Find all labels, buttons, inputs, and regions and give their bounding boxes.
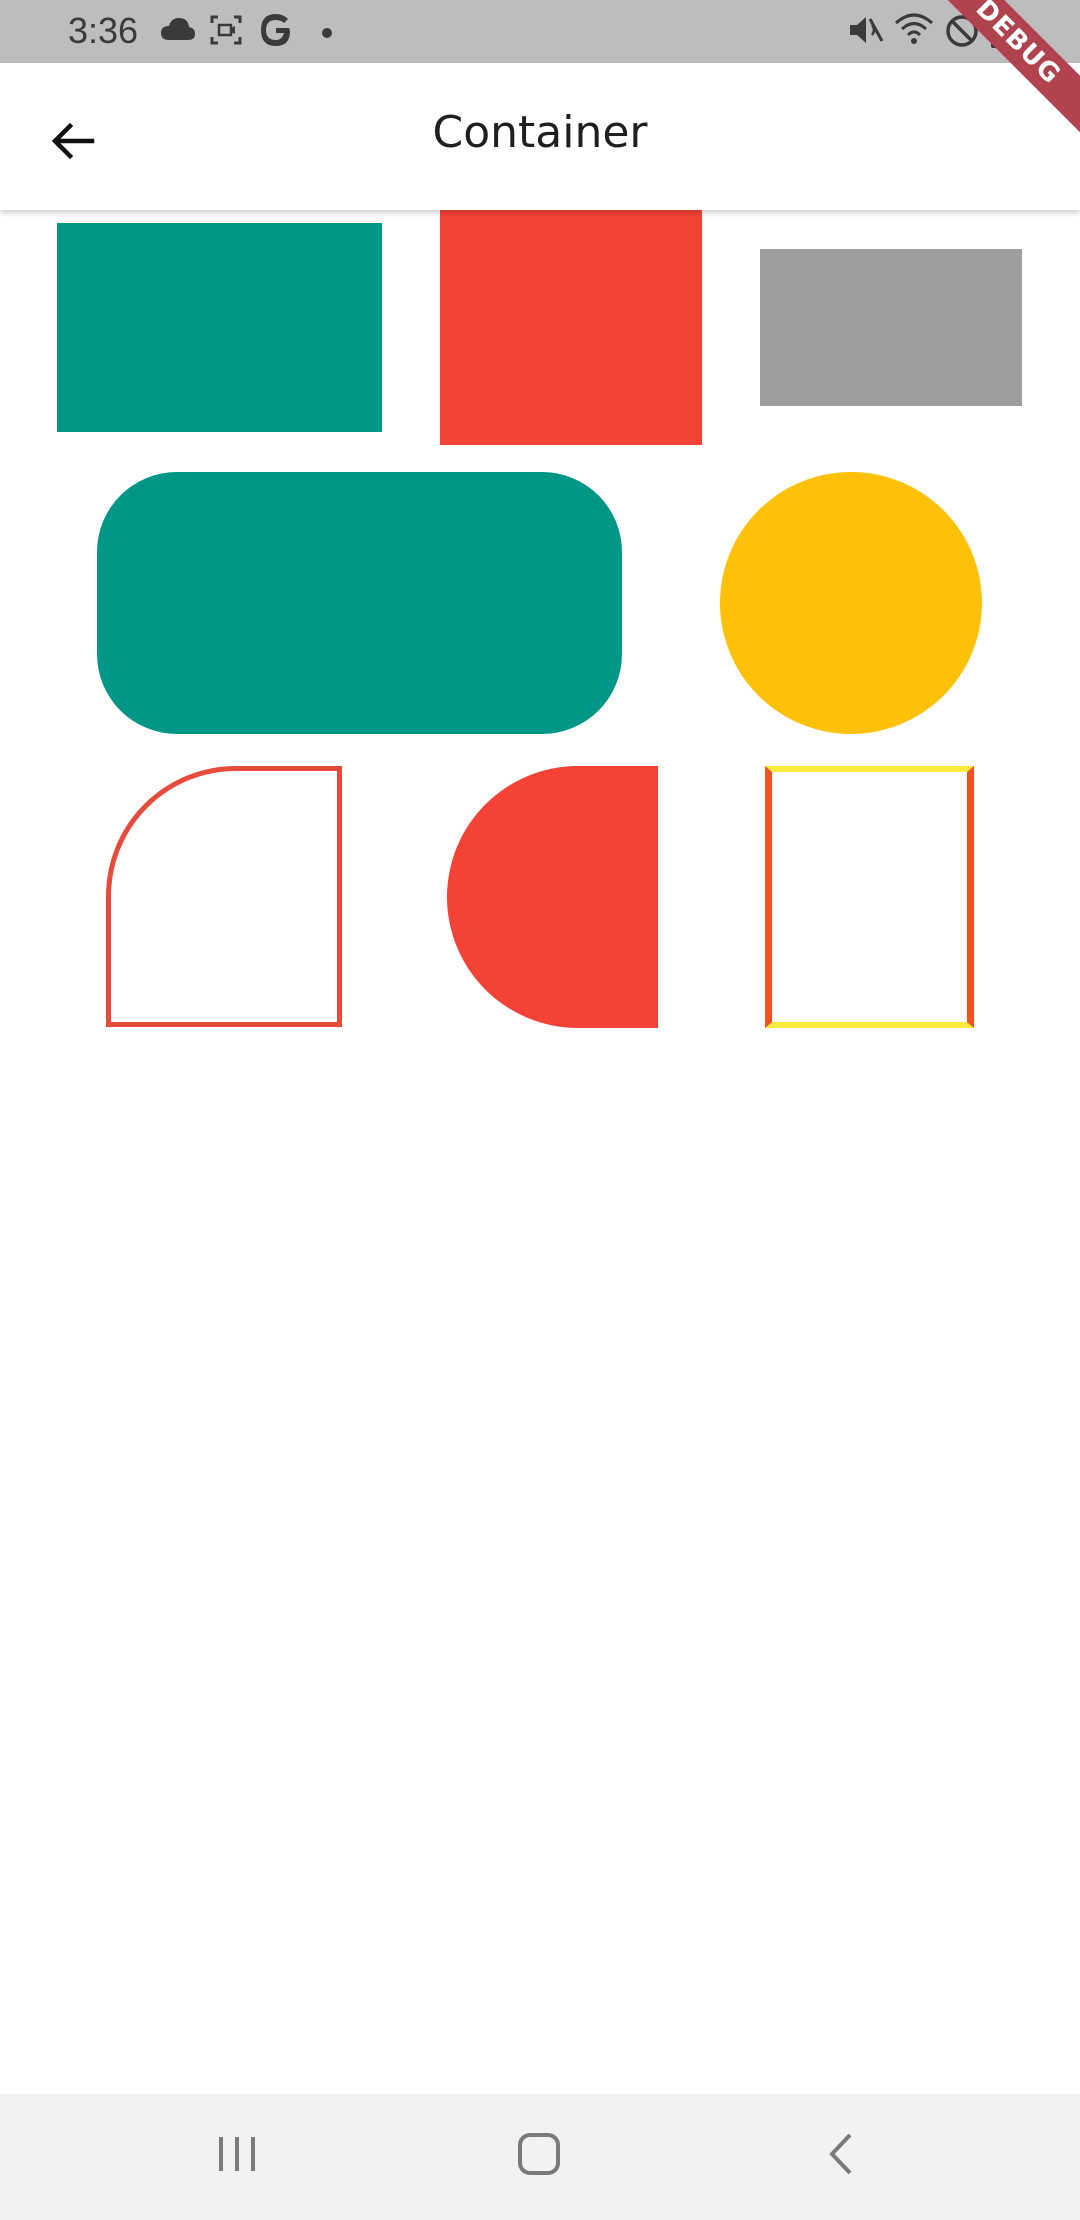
status-bar: 3:36 (0, 0, 1080, 63)
red-rectangle (440, 210, 702, 445)
dot-icon (321, 24, 333, 43)
mute-icon (848, 13, 884, 51)
app-bar: Container (0, 63, 1080, 210)
system-nav-bar (0, 2094, 1080, 2220)
cloud-icon (160, 16, 196, 46)
home-button[interactable] (479, 2114, 599, 2194)
back-icon (829, 2133, 852, 2175)
recent-apps-button[interactable] (177, 2114, 297, 2194)
page-title: Container (432, 107, 648, 158)
status-time: 3:36 (68, 10, 139, 51)
grey-rectangle (760, 249, 1022, 406)
amber-circle (720, 472, 982, 734)
home-icon (518, 2133, 560, 2175)
screen-record-icon (210, 15, 242, 49)
recent-apps-icon (219, 2137, 255, 2171)
wifi-icon (894, 11, 934, 51)
red-half-rounded-box (447, 766, 658, 1028)
teal-rounded-rectangle (97, 472, 622, 734)
nav-back-button[interactable] (781, 2114, 901, 2194)
outlined-top-left-rounded-box (106, 766, 342, 1027)
teal-rectangle (57, 223, 382, 432)
multi-color-border-box (765, 766, 974, 1028)
google-icon (258, 12, 294, 52)
